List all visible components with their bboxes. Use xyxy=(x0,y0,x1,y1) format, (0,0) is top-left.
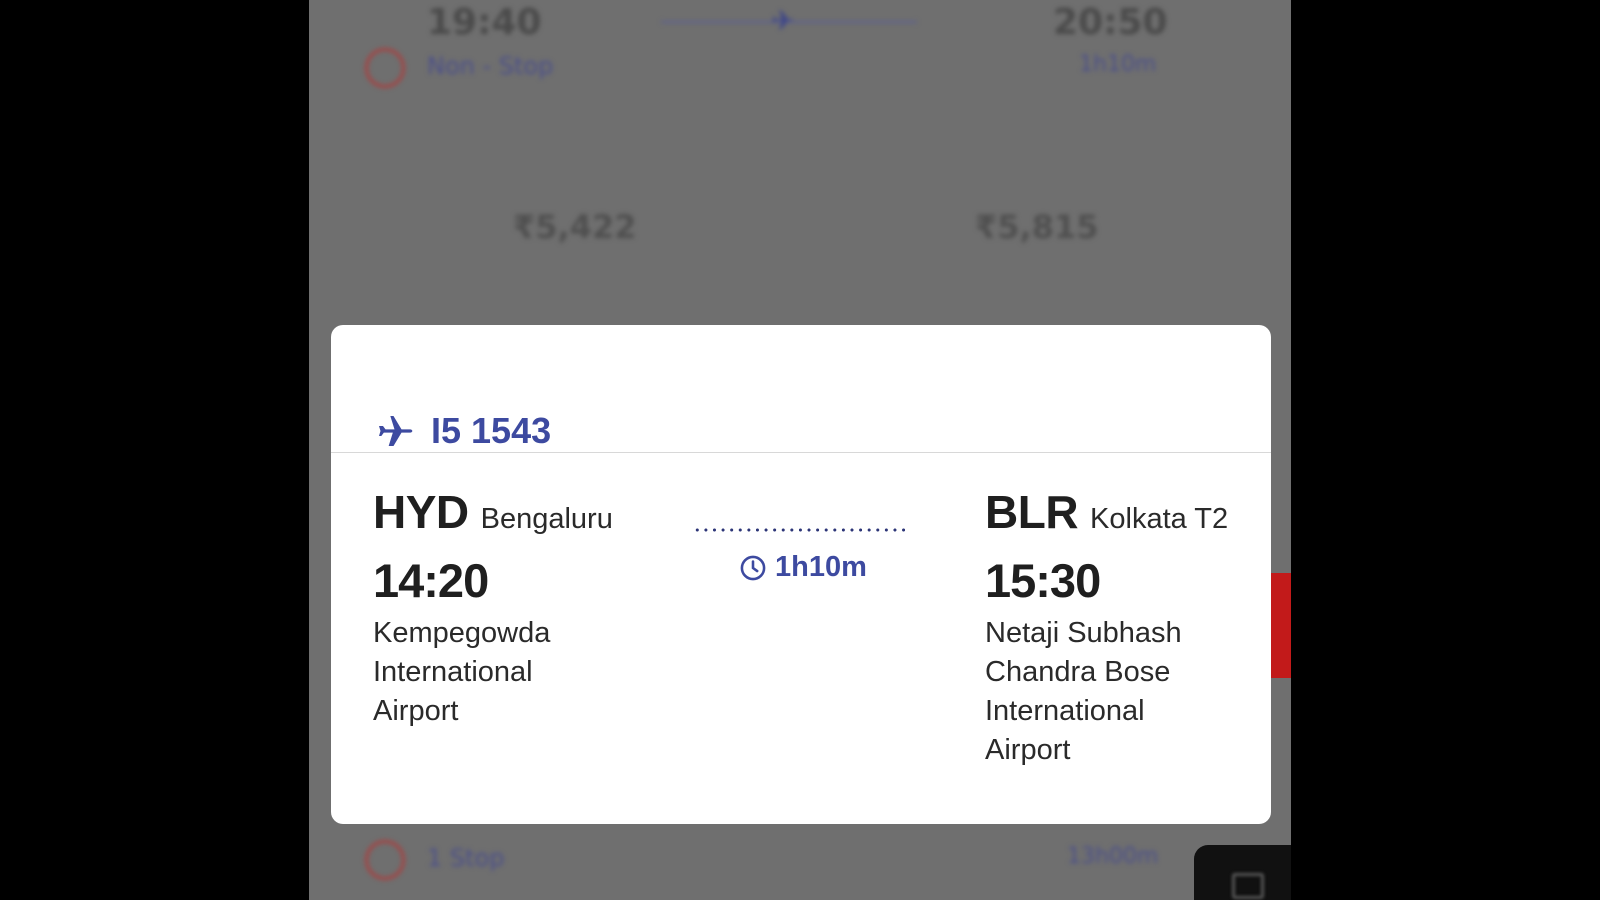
arrival-info: BLR Kolkata T2 15:30 Netaji Subhash Chan… xyxy=(985,485,1255,770)
arrival-airport-code: BLR xyxy=(985,486,1079,538)
flight-details-modal: I5 1543 HYD Bengaluru 14:20 Kempegowda I… xyxy=(331,325,1271,824)
flight-number: I5 1543 xyxy=(431,410,552,451)
flight-header: I5 1543 xyxy=(373,410,551,452)
departure-code-line: HYD Bengaluru xyxy=(373,485,673,539)
departure-city: Bengaluru xyxy=(480,503,613,535)
arrival-airport-name: Netaji Subhash Chandra Bose Internationa… xyxy=(985,614,1255,770)
duration-value: 1h10m xyxy=(775,551,867,583)
stops-label: 1 Stop xyxy=(427,844,505,872)
duration-label: 13h00m xyxy=(1067,844,1159,869)
airplane-icon xyxy=(379,416,413,446)
stop-info-icon xyxy=(365,48,405,88)
clock-icon xyxy=(740,555,766,580)
route-dotted-line xyxy=(693,528,909,532)
airport-name-line: Airport xyxy=(985,734,1071,766)
filter-icon xyxy=(1232,873,1264,899)
airport-name-line: Chandra Bose xyxy=(985,656,1171,688)
arrival-time: 20:50 xyxy=(1053,2,1168,43)
arrival-city: Kolkata T2 xyxy=(1090,503,1229,535)
price-option[interactable]: ₹5,815 xyxy=(975,208,1098,246)
duration-label: 1h10m xyxy=(1079,52,1157,77)
flight-duration: 1h10m xyxy=(739,551,867,584)
airport-name-line: Netaji Subhash xyxy=(985,617,1182,649)
airport-name-line: Airport xyxy=(373,695,459,727)
departure-airport-name: Kempegowda International Airport xyxy=(373,614,673,731)
airplane-icon: ✈ xyxy=(771,4,795,37)
floating-action-button[interactable] xyxy=(1194,845,1291,900)
airport-name-line: International xyxy=(373,656,533,688)
departure-time: 14:20 xyxy=(373,554,489,607)
stop-info-icon xyxy=(365,840,405,880)
stops-label: Non - Stop xyxy=(427,52,554,80)
departure-info: HYD Bengaluru 14:20 Kempegowda Internati… xyxy=(373,485,673,731)
arrival-time: 15:30 xyxy=(985,554,1101,607)
price-option[interactable]: ₹5,422 xyxy=(513,208,636,246)
departure-time: 19:40 xyxy=(427,2,542,43)
arrival-code-line: BLR Kolkata T2 xyxy=(985,485,1255,539)
side-action-tab[interactable] xyxy=(1269,573,1291,678)
airport-name-line: Kempegowda xyxy=(373,617,551,649)
airport-name-line: International xyxy=(985,695,1145,727)
header-divider xyxy=(331,452,1271,453)
departure-airport-code: HYD xyxy=(373,486,469,538)
flight-list-item[interactable]: 19:40 ✈ 20:50 Non - Stop 1h10m ₹5,422 ₹5… xyxy=(309,0,1291,300)
